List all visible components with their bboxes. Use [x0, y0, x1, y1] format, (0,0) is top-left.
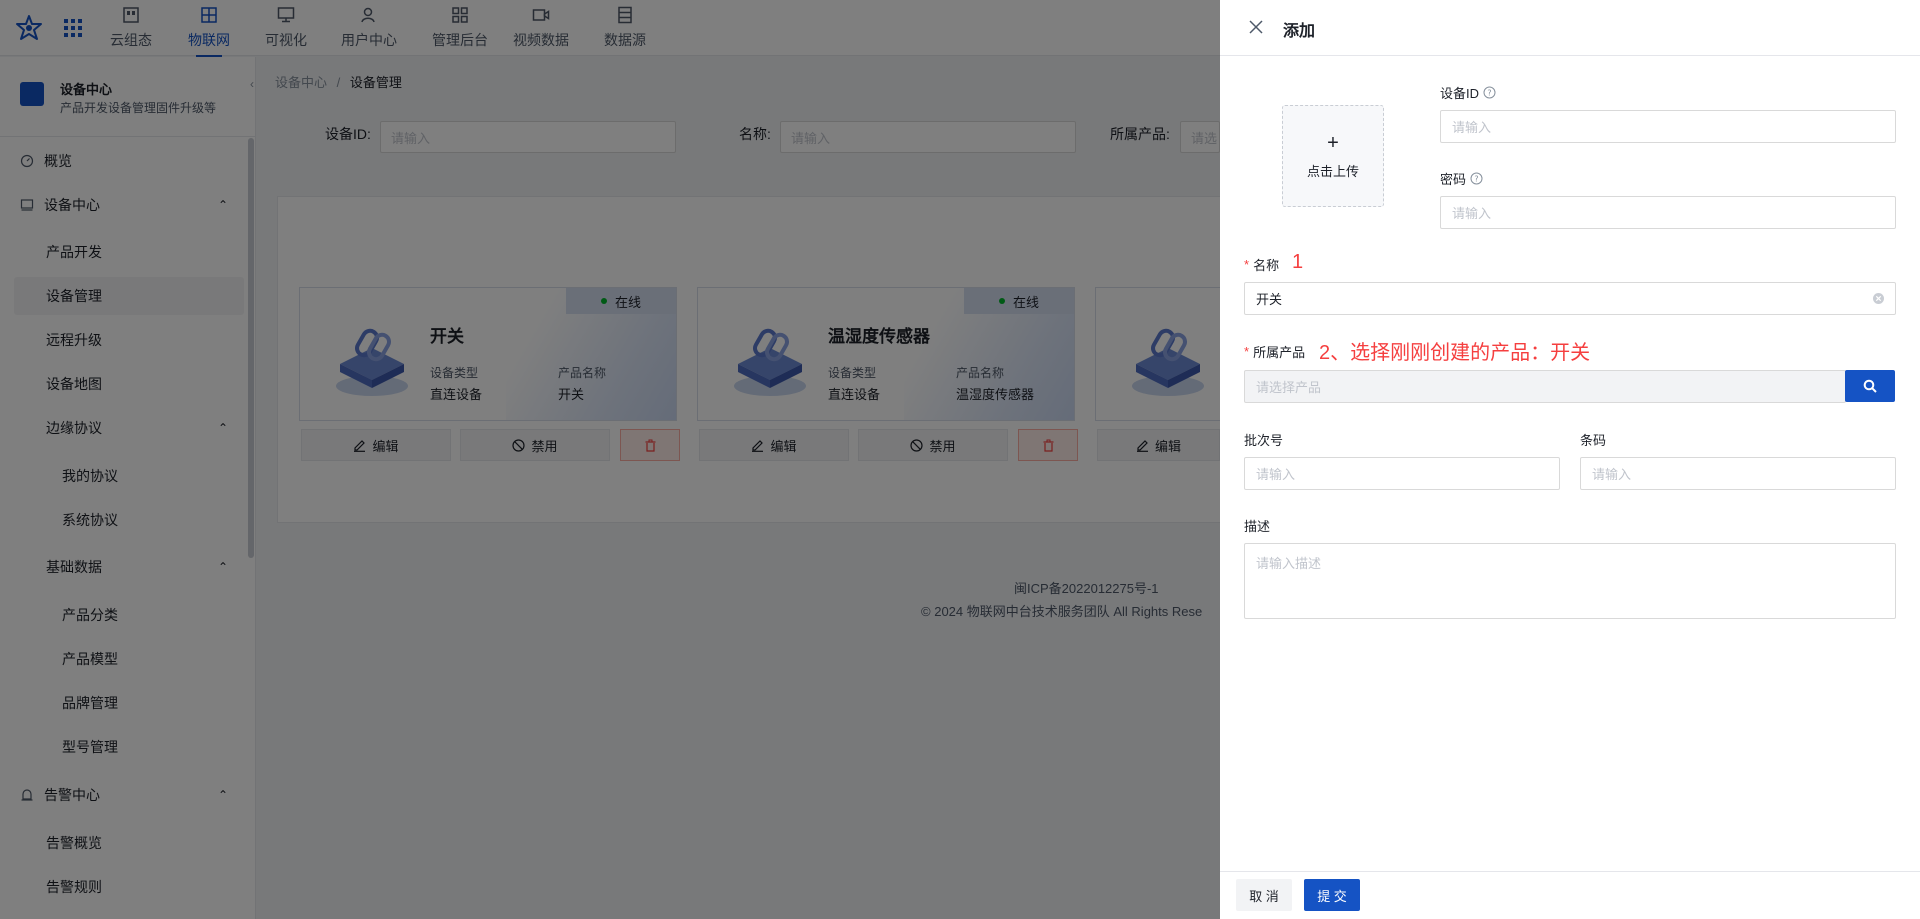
help-icon[interactable]: ?: [1470, 172, 1483, 185]
batch-input[interactable]: 请输入: [1244, 457, 1560, 490]
placeholder: 请输入: [1452, 120, 1492, 135]
clear-icon[interactable]: [1872, 292, 1885, 305]
name-input[interactable]: 开关: [1244, 282, 1896, 315]
device-id-label-text: 设备ID: [1440, 86, 1480, 101]
batch-label: 批次号: [1244, 433, 1284, 448]
drawer-footer: 取 消 提 交: [1220, 871, 1920, 919]
placeholder: 请输入: [1256, 467, 1296, 482]
placeholder: 请输入: [1452, 206, 1492, 221]
cancel-button[interactable]: 取 消: [1236, 879, 1292, 911]
device-id-input[interactable]: 请输入: [1440, 110, 1896, 143]
product-label-text: 所属产品: [1253, 345, 1306, 360]
name-value: 开关: [1256, 292, 1283, 307]
help-icon[interactable]: ?: [1483, 86, 1496, 99]
product-search-button[interactable]: [1845, 370, 1895, 402]
barcode-input[interactable]: 请输入: [1580, 457, 1896, 490]
product-label: * 所属产品: [1244, 342, 1305, 361]
placeholder: 请输入描述: [1256, 556, 1322, 571]
name-annotation: 1: [1292, 251, 1304, 273]
product-select-input[interactable]: 请选择产品: [1244, 370, 1846, 403]
image-upload[interactable]: + 点击上传: [1282, 105, 1384, 207]
required-mark: *: [1244, 257, 1250, 272]
submit-button[interactable]: 提 交: [1304, 879, 1360, 911]
password-input[interactable]: 请输入: [1440, 196, 1896, 229]
search-icon: [1863, 379, 1877, 393]
name-label: * 名称: [1244, 255, 1279, 274]
description-textarea[interactable]: 请输入描述: [1244, 543, 1896, 619]
password-label: 密码 ?: [1440, 169, 1483, 188]
add-device-drawer: 添加 + 点击上传 设备ID ? 请输入 密码 ? 请输入 * 名称 1 开关 …: [1220, 0, 1920, 919]
placeholder: 请选择产品: [1256, 380, 1322, 395]
svg-text:?: ?: [1474, 175, 1478, 184]
name-label-text: 名称: [1253, 258, 1280, 273]
placeholder: 请输入: [1592, 467, 1632, 482]
barcode-label: 条码: [1580, 433, 1607, 448]
upload-label: 点击上传: [1306, 163, 1359, 179]
product-annotation: 2、选择刚刚创建的产品：开关: [1319, 342, 1591, 364]
svg-text:?: ?: [1487, 89, 1491, 98]
close-icon[interactable]: [1248, 19, 1264, 35]
description-label: 描述: [1244, 519, 1271, 534]
drawer-mask[interactable]: [0, 0, 1220, 919]
device-id-label: 设备ID ?: [1440, 83, 1496, 102]
drawer-header: 添加: [1220, 0, 1920, 56]
required-mark: *: [1244, 344, 1250, 359]
password-label-text: 密码: [1440, 172, 1467, 187]
plus-icon: +: [1327, 131, 1339, 154]
drawer-title: 添加: [1283, 23, 1316, 40]
